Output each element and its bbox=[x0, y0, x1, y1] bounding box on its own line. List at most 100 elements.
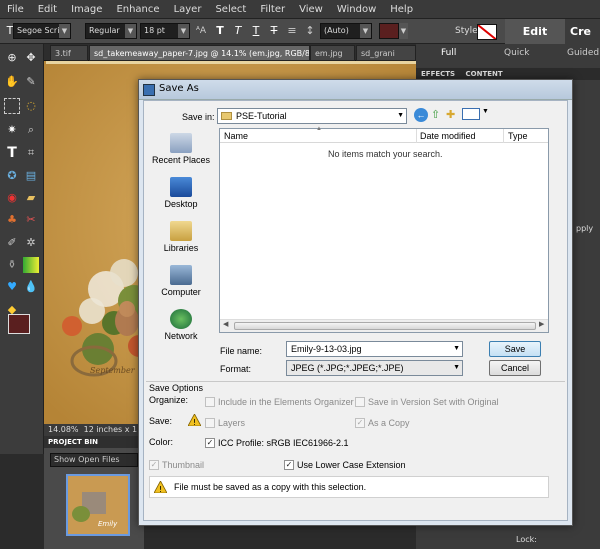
place-network[interactable]: Network bbox=[145, 309, 217, 341]
file-name-input[interactable]: Emily-9-13-03.jpg ▼ bbox=[286, 341, 463, 357]
save-in-select[interactable]: PSE-Tutorial ▼ bbox=[217, 108, 407, 124]
lasso-icon[interactable]: ◌ bbox=[23, 98, 39, 114]
computer-icon bbox=[170, 265, 192, 285]
move-icon[interactable]: ✥ bbox=[23, 50, 39, 66]
bold-icon[interactable]: T bbox=[212, 23, 228, 39]
marquee-icon[interactable] bbox=[4, 98, 20, 114]
show-open-files-select[interactable]: Show Open Files bbox=[50, 453, 138, 467]
eraser-icon[interactable]: ✂ bbox=[23, 212, 39, 228]
align-left-icon[interactable]: ≡ bbox=[284, 23, 300, 39]
strikethrough-icon[interactable]: T bbox=[266, 23, 282, 39]
chevron-down-icon[interactable]: ▼ bbox=[482, 108, 489, 115]
menu-select[interactable]: Select bbox=[208, 4, 253, 15]
chevron-down-icon: ▼ bbox=[125, 24, 136, 38]
format-select[interactable]: JPEG (*.JPG;*.JPEG;*.JPE) ▼ bbox=[286, 360, 463, 376]
scrollbar-thumb[interactable] bbox=[234, 322, 536, 330]
paint-bucket-icon[interactable]: ⚱ bbox=[4, 257, 20, 273]
horizontal-scrollbar[interactable]: ◀ ▶ bbox=[220, 319, 548, 332]
hand-icon[interactable]: ✋ bbox=[4, 74, 20, 90]
apply-button[interactable]: pply bbox=[576, 224, 593, 233]
menu-file[interactable]: File bbox=[0, 4, 31, 15]
column-date-modified[interactable]: Date modified bbox=[420, 131, 476, 141]
version-set-checkbox[interactable] bbox=[355, 397, 365, 407]
doc-tab[interactable]: sd_grani bbox=[356, 45, 416, 61]
magic-wand-icon[interactable]: ✷ bbox=[4, 122, 20, 138]
menu-layer[interactable]: Layer bbox=[167, 4, 209, 15]
healing-brush-icon[interactable]: ▰ bbox=[23, 190, 39, 206]
red-eye-icon[interactable]: ◉ bbox=[4, 190, 20, 206]
column-name[interactable]: Name bbox=[224, 131, 248, 141]
tab-effects[interactable]: EFFECTS bbox=[416, 70, 455, 78]
lock-label: Lock: bbox=[516, 535, 537, 544]
menu-filter[interactable]: Filter bbox=[253, 4, 292, 15]
tab-full[interactable]: Full bbox=[441, 48, 456, 58]
menu-edit[interactable]: Edit bbox=[31, 4, 64, 15]
clone-stamp-icon[interactable]: ♣ bbox=[4, 212, 20, 228]
place-desktop[interactable]: Desktop bbox=[145, 177, 217, 209]
crop-icon[interactable]: ⌗ bbox=[23, 145, 39, 161]
doc-tab[interactable]: 3.tif bbox=[50, 45, 88, 61]
leading-select[interactable]: (Auto) ▼ bbox=[320, 23, 372, 39]
include-organizer-label: Include in the Elements Organizer bbox=[218, 397, 354, 407]
empty-message: No items match your search. bbox=[328, 149, 443, 159]
new-folder-icon[interactable]: ✚ bbox=[446, 108, 455, 121]
chevron-down-icon[interactable]: ▼ bbox=[399, 23, 408, 39]
straighten-icon[interactable]: ▤ bbox=[23, 168, 39, 184]
place-recent-places[interactable]: Recent Places bbox=[145, 133, 217, 165]
create-mode-button[interactable]: Cre bbox=[565, 19, 600, 44]
include-organizer-checkbox[interactable] bbox=[205, 397, 215, 407]
blur-icon[interactable]: 💧 bbox=[23, 279, 39, 295]
eyedropper-icon[interactable]: ✎ bbox=[23, 74, 39, 90]
project-thumbnail[interactable]: Emily bbox=[66, 474, 130, 536]
gradient-icon[interactable] bbox=[23, 257, 39, 273]
layers-checkbox[interactable] bbox=[205, 418, 215, 428]
tab-quick[interactable]: Quick bbox=[504, 48, 529, 58]
font-size-icon[interactable]: ᴬA bbox=[193, 23, 209, 39]
menu-help[interactable]: Help bbox=[383, 4, 420, 15]
back-icon[interactable]: ← bbox=[414, 108, 428, 122]
as-copy-checkbox[interactable]: ✓ bbox=[355, 418, 365, 428]
doc-tab[interactable]: em.jpg bbox=[310, 45, 355, 61]
doc-tab-active[interactable]: sd_takemeaway_paper-7.jpg @ 14.1% (em.jp… bbox=[89, 45, 310, 61]
dialog-title-bar[interactable]: Save As bbox=[139, 80, 572, 100]
file-list-header: Name ▲ Date modified Type bbox=[220, 126, 548, 143]
menu-image[interactable]: Image bbox=[64, 4, 109, 15]
font-style-select[interactable]: Regular ▼ bbox=[85, 23, 137, 39]
view-menu-icon[interactable] bbox=[462, 108, 480, 120]
edit-mode-button[interactable]: Edit bbox=[505, 19, 565, 44]
menu-enhance[interactable]: Enhance bbox=[109, 4, 166, 15]
cancel-button[interactable]: Cancel bbox=[489, 360, 541, 376]
zoom-icon[interactable]: ⊕ bbox=[4, 50, 20, 66]
icc-profile-checkbox[interactable]: ✓ bbox=[205, 438, 215, 448]
style-swatch[interactable] bbox=[477, 24, 497, 40]
place-computer[interactable]: Computer bbox=[145, 265, 217, 297]
scroll-right-icon[interactable]: ▶ bbox=[539, 320, 544, 328]
file-list[interactable]: Name ▲ Date modified Type No items match… bbox=[219, 126, 549, 333]
up-folder-icon[interactable]: ⇧ bbox=[431, 108, 440, 121]
menu-view[interactable]: View bbox=[292, 4, 330, 15]
brush-icon[interactable]: ✐ bbox=[4, 235, 20, 251]
cookie-cutter-icon[interactable]: ✪ bbox=[4, 168, 20, 184]
scroll-left-icon[interactable]: ◀ bbox=[223, 320, 228, 328]
save-button[interactable]: Save bbox=[489, 341, 541, 357]
toolbox: ⊕ ✥ ✋ ✎ ◌ ✷ ⌕ T ⌗ ✪ ▤ ◉ ▰ ♣ ✂ ✐ ✲ ⚱ ♥ 💧 … bbox=[0, 44, 44, 454]
warning-box: ! File must be saved as a copy with this… bbox=[149, 476, 549, 498]
custom-shape-icon[interactable]: ♥ bbox=[4, 279, 20, 295]
lower-case-extension-checkbox[interactable]: ✓ bbox=[284, 460, 294, 470]
foreground-color-swatch[interactable] bbox=[8, 314, 30, 334]
italic-icon[interactable]: T bbox=[230, 23, 246, 39]
underline-icon[interactable]: T bbox=[248, 23, 264, 39]
place-libraries[interactable]: Libraries bbox=[145, 221, 217, 253]
chevron-down-icon: ▼ bbox=[178, 24, 189, 38]
text-color-swatch[interactable] bbox=[379, 23, 399, 39]
column-type[interactable]: Type bbox=[508, 131, 528, 141]
quick-selection-icon[interactable]: ⌕ bbox=[23, 122, 39, 138]
text-tool-icon[interactable]: T bbox=[4, 145, 20, 161]
font-family-select[interactable]: Segoe Script ▼ bbox=[13, 23, 71, 39]
menu-window[interactable]: Window bbox=[330, 4, 383, 15]
tab-guided[interactable]: Guided bbox=[567, 48, 599, 58]
smart-brush-icon[interactable]: ✲ bbox=[23, 235, 39, 251]
tab-content[interactable]: CONTENT bbox=[458, 70, 503, 78]
font-size-select[interactable]: 18 pt ▼ bbox=[140, 23, 190, 39]
thumbnail-checkbox[interactable]: ✓ bbox=[149, 460, 159, 470]
